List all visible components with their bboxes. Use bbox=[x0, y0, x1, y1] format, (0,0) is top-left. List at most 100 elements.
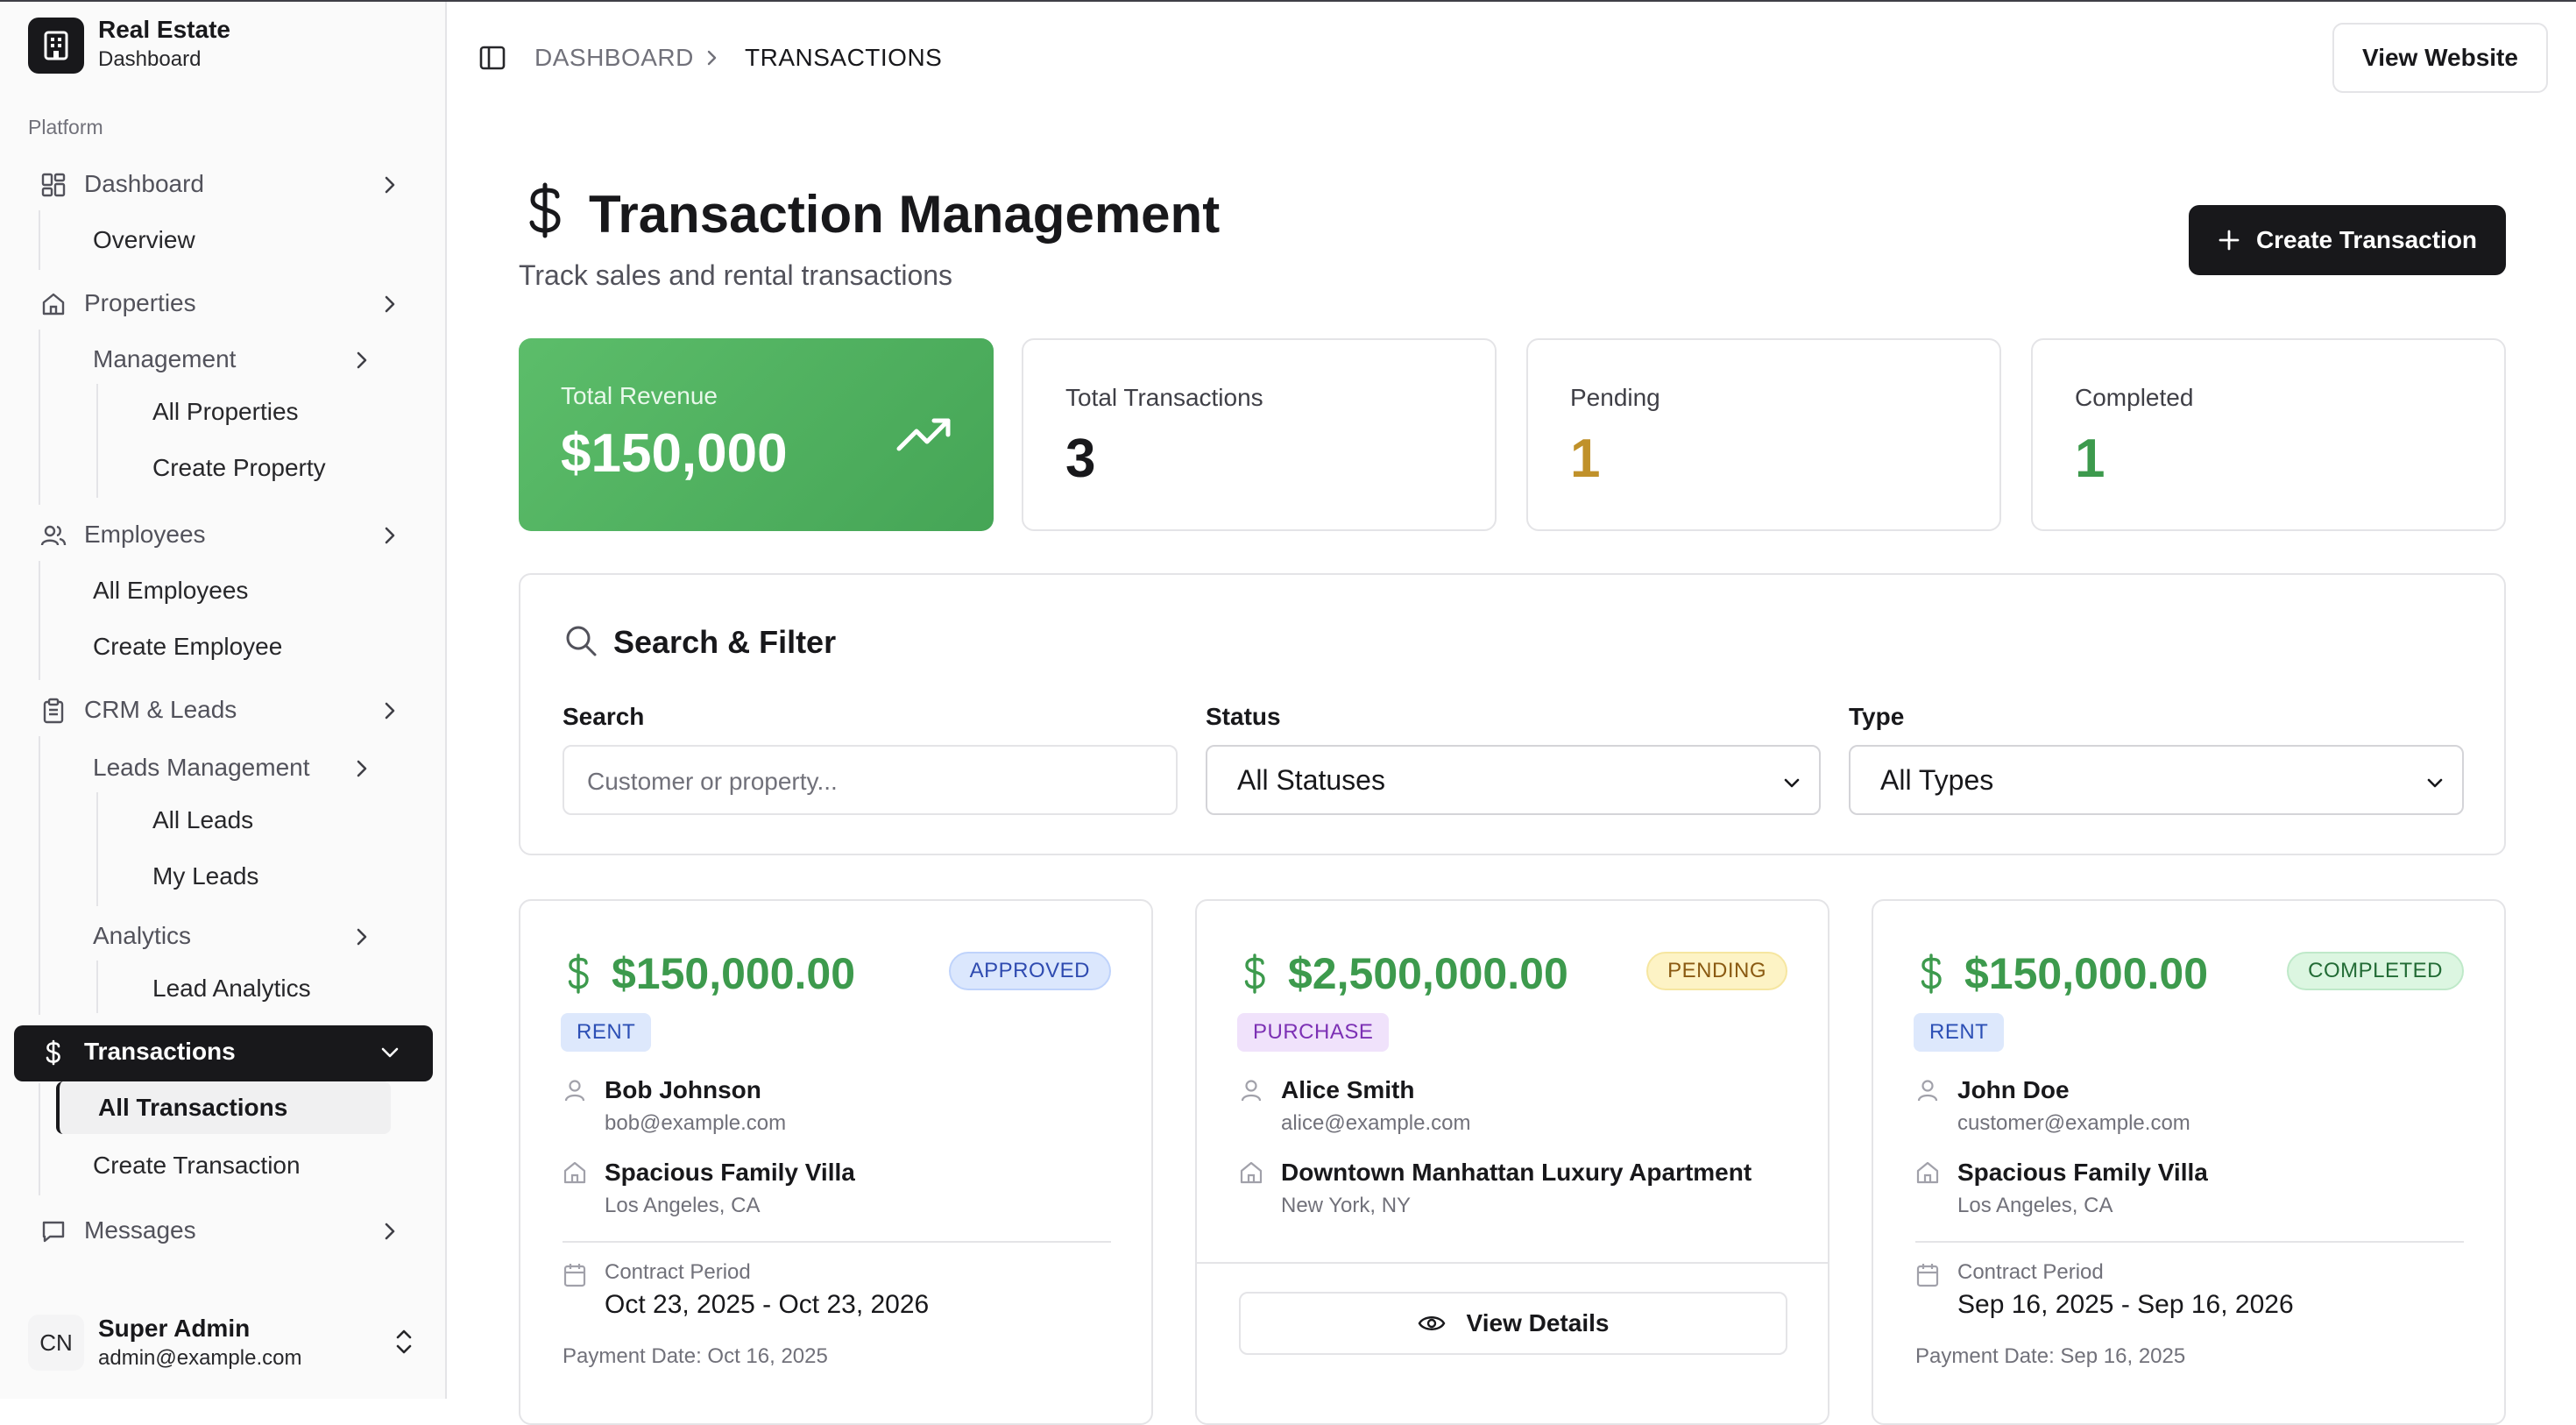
sidebar-item-create-property[interactable]: Create Property bbox=[152, 454, 326, 482]
plus-icon bbox=[2219, 230, 2240, 251]
contract-period-label: Contract Period bbox=[605, 1260, 751, 1284]
user-icon bbox=[564, 1080, 585, 1102]
sidebar-item-employees[interactable]: Employees bbox=[0, 510, 445, 559]
type-select[interactable]: All Types bbox=[1849, 745, 2464, 815]
sidebar-item-create-transaction[interactable]: Create Transaction bbox=[93, 1152, 301, 1180]
dollar-icon bbox=[529, 182, 561, 238]
chevron-right-icon bbox=[385, 295, 395, 313]
chevron-right-icon bbox=[707, 50, 717, 66]
stat-value: 1 bbox=[1570, 429, 1601, 489]
chevron-right-icon bbox=[385, 527, 395, 544]
home-icon bbox=[1916, 1161, 1939, 1184]
sidebar-item-label: Messages bbox=[84, 1216, 196, 1244]
chevron-down-icon bbox=[2427, 778, 2443, 788]
transaction-amount: $150,000.00 bbox=[1964, 949, 2209, 998]
search-input[interactable]: Customer or property... bbox=[563, 745, 1178, 815]
user-icon bbox=[1241, 1080, 1262, 1102]
home-icon bbox=[563, 1161, 586, 1184]
user-icon bbox=[1917, 1080, 1938, 1102]
view-website-button[interactable]: View Website bbox=[2332, 23, 2548, 93]
sidebar-item-transactions[interactable]: Transactions bbox=[14, 1025, 433, 1081]
sidebar-item-lead-analytics[interactable]: Lead Analytics bbox=[152, 975, 311, 1003]
contract-period-label: Contract Period bbox=[1957, 1260, 2104, 1284]
status-select[interactable]: All Statuses bbox=[1206, 745, 1821, 815]
chevron-down-icon bbox=[381, 1047, 399, 1058]
dollar-icon bbox=[568, 954, 589, 994]
sidebar-item-all-transactions[interactable]: All Transactions bbox=[56, 1081, 391, 1134]
stat-value: 1 bbox=[2075, 429, 2105, 489]
divider bbox=[563, 1241, 1111, 1243]
sidebar-item-all-properties[interactable]: All Properties bbox=[152, 398, 299, 426]
sidebar-item-all-leads[interactable]: All Leads bbox=[152, 806, 253, 834]
sidebar-item-create-employee[interactable]: Create Employee bbox=[93, 633, 282, 661]
payment-date: Payment Date: Sep 16, 2025 bbox=[1915, 1344, 2186, 1368]
chevron-right-icon[interactable] bbox=[350, 757, 373, 780]
sidebar-item-label: Transactions bbox=[84, 1038, 236, 1065]
message-square-icon bbox=[42, 1221, 65, 1243]
sidebar-item-label: CRM & Leads bbox=[84, 696, 237, 723]
transaction-card[interactable]: $2,500,000.00 PENDING PURCHASE Alice Smi… bbox=[1195, 899, 1829, 1425]
sidebar-item-properties[interactable]: Properties bbox=[0, 279, 445, 328]
stat-label: Completed bbox=[2075, 384, 2194, 411]
chevron-right-icon[interactable] bbox=[350, 925, 373, 948]
calendar-icon bbox=[1916, 1264, 1939, 1287]
sidebar-item-dashboard[interactable]: Dashboard bbox=[0, 160, 445, 209]
transaction-amount: $150,000.00 bbox=[612, 949, 856, 998]
sidebar-item-overview[interactable]: Overview bbox=[93, 226, 195, 254]
page-title: Transaction Management bbox=[589, 185, 1221, 244]
home-icon bbox=[42, 293, 65, 315]
stat-card-completed: Completed 1 bbox=[2031, 338, 2506, 531]
property-name: Downtown Manhattan Luxury Apartment bbox=[1281, 1159, 1752, 1186]
create-transaction-button[interactable]: Create Transaction bbox=[2189, 205, 2506, 275]
create-transaction-label: Create Transaction bbox=[2255, 226, 2478, 253]
transaction-card[interactable]: $150,000.00 APPROVED RENT Bob Johnson bo… bbox=[519, 899, 1153, 1425]
chevron-right-icon[interactable] bbox=[350, 349, 373, 372]
customer-name: Alice Smith bbox=[1281, 1076, 1415, 1103]
sidebar-item-all-employees[interactable]: All Employees bbox=[93, 577, 248, 605]
tree-line bbox=[39, 1083, 40, 1195]
sidebar-item-label: Employees bbox=[84, 521, 206, 548]
eye-icon bbox=[1418, 1316, 1445, 1330]
customer-email: bob@example.com bbox=[605, 1111, 787, 1135]
clipboard-icon bbox=[43, 698, 64, 724]
sidebar-item-label: Dashboard bbox=[84, 170, 204, 197]
stat-card-pending: Pending 1 bbox=[1526, 338, 2001, 531]
avatar: CN bbox=[28, 1315, 84, 1371]
property-location: Los Angeles, CA bbox=[605, 1194, 761, 1217]
property-name: Spacious Family Villa bbox=[605, 1159, 855, 1186]
section-label-platform: Platform bbox=[28, 116, 103, 138]
sidebar-toggle-icon[interactable] bbox=[478, 44, 506, 72]
view-details-label: View Details bbox=[1466, 1309, 1610, 1336]
stat-label: Total Revenue bbox=[561, 382, 718, 409]
status-select-value: All Statuses bbox=[1237, 764, 1385, 796]
status-badge: APPROVED bbox=[948, 952, 1111, 990]
stat-value: 3 bbox=[1065, 429, 1096, 489]
transaction-card[interactable]: $150,000.00 COMPLETED RENT John Doe cust… bbox=[1872, 899, 2506, 1425]
dollar-icon bbox=[1244, 954, 1265, 994]
stat-card-total-revenue: Total Revenue $150,000 bbox=[519, 338, 994, 531]
building-icon bbox=[44, 31, 68, 60]
sidebar-item-messages[interactable]: Messages bbox=[0, 1206, 445, 1255]
breadcrumb-dashboard[interactable]: DASHBOARD bbox=[534, 44, 694, 72]
divider bbox=[1915, 1241, 2464, 1243]
sidebar-item-leads-management[interactable]: Leads Management bbox=[93, 754, 310, 782]
sidebar-item-analytics[interactable]: Analytics bbox=[93, 922, 191, 950]
trending-up-icon bbox=[896, 418, 951, 451]
dollar-icon bbox=[46, 1039, 60, 1066]
customer-name: Bob Johnson bbox=[605, 1076, 761, 1103]
user-menu[interactable]: CN Super Admin admin@example.com bbox=[0, 1288, 445, 1399]
sidebar: Real Estate Dashboard Platform Dashboard… bbox=[0, 2, 447, 1399]
sidebar-item-management[interactable]: Management bbox=[93, 345, 236, 373]
brand-logo[interactable] bbox=[28, 18, 84, 74]
sidebar-item-crm-leads[interactable]: CRM & Leads bbox=[0, 685, 445, 734]
contract-period-value: Sep 16, 2025 - Sep 16, 2026 bbox=[1957, 1290, 2294, 1319]
calendar-icon bbox=[563, 1264, 586, 1287]
type-badge: RENT bbox=[1914, 1013, 2005, 1052]
sidebar-item-my-leads[interactable]: My Leads bbox=[152, 862, 258, 890]
brand-title: Real Estate bbox=[98, 16, 230, 43]
sidebar-item-label: All Transactions bbox=[98, 1094, 288, 1121]
customer-name: John Doe bbox=[1957, 1076, 2070, 1103]
view-details-button[interactable]: View Details bbox=[1239, 1292, 1787, 1355]
breadcrumb-transactions: TRANSACTIONS bbox=[745, 44, 943, 71]
chevron-down-icon bbox=[1784, 778, 1800, 788]
